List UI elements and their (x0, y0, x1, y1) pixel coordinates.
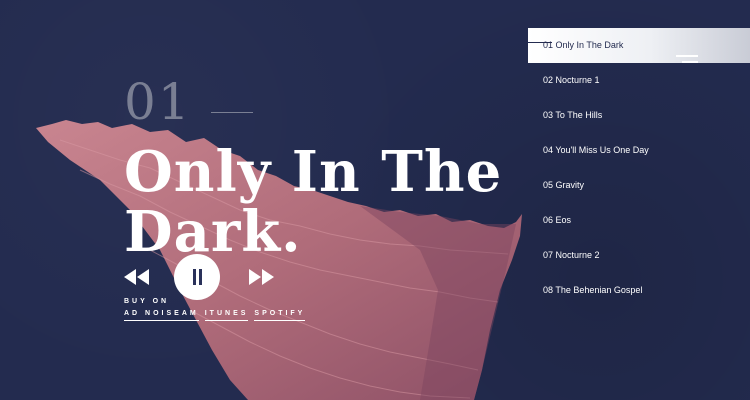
fast-forward-icon (249, 269, 274, 285)
track-item-8[interactable]: 08 The Behenian Gospel (528, 273, 750, 308)
track-item-5[interactable]: 05 Gravity (528, 168, 750, 203)
pause-icon (193, 269, 196, 285)
track-item-label: 08 The Behenian Gospel (543, 285, 643, 295)
track-item-3[interactable]: 03 To The Hills (528, 98, 750, 133)
track-title: Only In The Dark. (124, 139, 503, 265)
track-item-6[interactable]: 06 Eos (528, 203, 750, 238)
track-item-2[interactable]: 02 Nocturne 1 (528, 63, 750, 98)
store-links: AD NOISEAM ITUNES SPOTIFY (124, 310, 311, 321)
store-link-itunes[interactable]: ITUNES (204, 310, 249, 321)
track-item-label: 01 Only In The Dark (543, 40, 624, 50)
pause-button[interactable] (174, 254, 220, 300)
track-item-4[interactable]: 04 You'll Miss Us One Day (528, 133, 750, 168)
track-number: 01 (124, 73, 192, 131)
player-controls (124, 254, 284, 300)
track-item-1[interactable]: 01 Only In The Dark (528, 28, 750, 63)
hamburger-menu-icon-line (682, 61, 698, 63)
track-item-label: 07 Nocturne 2 (543, 250, 600, 260)
pause-icon-bar (199, 269, 202, 285)
active-indicator (528, 42, 552, 43)
track-item-label: 03 To The Hills (543, 110, 603, 120)
rewind-icon (124, 269, 149, 285)
buy-on-label: BUY ON (124, 298, 170, 305)
hamburger-menu-icon (676, 55, 698, 57)
rewind-button[interactable] (124, 269, 150, 285)
store-link-ad-noiseam[interactable]: AD NOISEAM (124, 310, 199, 321)
track-item-7[interactable]: 07 Nocturne 2 (528, 238, 750, 273)
menu-button[interactable] (674, 52, 698, 66)
fast-forward-button[interactable] (248, 269, 274, 285)
track-item-label: 05 Gravity (543, 180, 585, 190)
tracklist: 01 Only In The Dark 02 Nocturne 1 03 To … (528, 28, 750, 308)
track-item-label: 06 Eos (543, 215, 572, 225)
store-link-spotify[interactable]: SPOTIFY (254, 310, 306, 321)
track-item-label: 04 You'll Miss Us One Day (543, 145, 649, 155)
number-dash (211, 112, 253, 113)
track-item-label: 02 Nocturne 1 (543, 75, 600, 85)
